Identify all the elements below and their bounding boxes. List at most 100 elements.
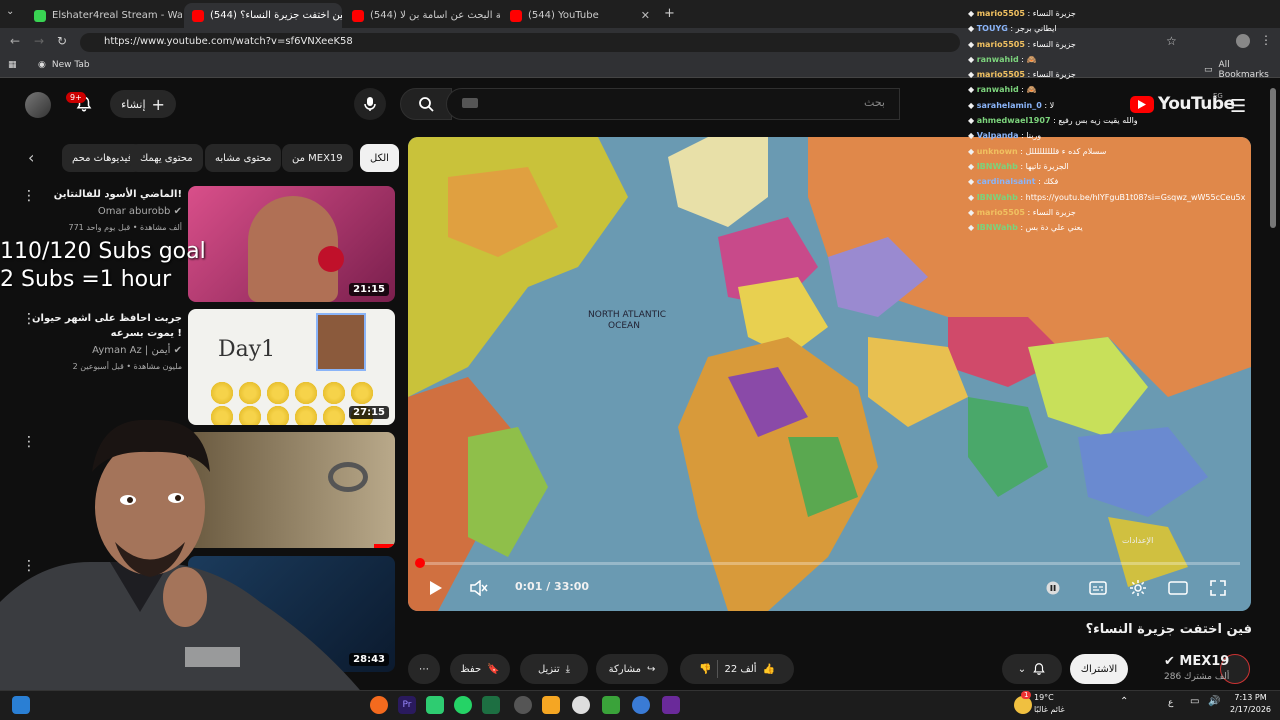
video-progress-bar[interactable]	[418, 562, 1240, 565]
rec-title[interactable]: جربت احافظ على اشهر حيوان يموت بسرعه !	[22, 311, 182, 341]
close-icon[interactable]: ✕	[641, 9, 650, 22]
like-count[interactable]: 22 ألف	[724, 664, 756, 675]
page-scrollbar[interactable]	[1270, 88, 1276, 228]
premiere-icon[interactable]: Pr	[398, 696, 416, 714]
chat-username: mario5505	[976, 9, 1025, 18]
network-icon[interactable]: ▭	[1190, 696, 1199, 707]
captions-button[interactable]	[1086, 577, 1110, 599]
notification-toggle[interactable]: ⌄	[1002, 654, 1062, 684]
fullscreen-button[interactable]	[1206, 577, 1230, 599]
dislike-button[interactable]: 👎	[699, 664, 711, 675]
url-field[interactable]: https://www.youtube.com/watch?v=sf6VNXee…	[80, 33, 960, 52]
app-icon[interactable]	[542, 696, 560, 714]
download-button[interactable]: تنزيل ⤓	[520, 654, 588, 684]
chip-all[interactable]: الكل	[360, 144, 399, 172]
chip-for-you[interactable]: محتوى يهمك	[130, 144, 203, 172]
volume-icon[interactable]: 🔊	[1208, 696, 1220, 707]
back-icon[interactable]: ←	[10, 34, 20, 48]
theater-mode-button[interactable]	[1166, 577, 1190, 599]
weather-widget[interactable]: 19°C غائم غالبًا	[1034, 692, 1065, 716]
chat-message: ◆ ranwahid : 🙈	[968, 54, 1037, 64]
input-language[interactable]: ع	[1168, 698, 1173, 708]
tab-1[interactable]: Elshater4real Stream - Watch Li ✕	[26, 3, 182, 28]
start-menu-icon[interactable]	[12, 696, 30, 714]
progress-scrubber[interactable]	[415, 558, 425, 568]
tab-2-title: فين اختفت جزيرة النساء؟ (544) -	[210, 10, 342, 21]
chat-username: ranwahid	[976, 85, 1019, 95]
rec-thumbnail-2[interactable]: Day1 27:15	[188, 309, 395, 425]
chat-username: ahmedwael1907	[976, 116, 1051, 126]
plus-icon: +	[151, 94, 165, 114]
save-button[interactable]: حفظ 🔖	[450, 654, 510, 684]
voice-search-button[interactable]	[354, 88, 386, 120]
chat-message: ◆ ahmedwael1907 : والله يقيت زيه بس رفيع	[968, 116, 1138, 126]
tab-search-icon[interactable]: ⌄	[6, 6, 14, 17]
create-button[interactable]: إنشاء +	[110, 90, 176, 118]
new-tab-button[interactable]: +	[664, 6, 675, 21]
reload-icon[interactable]: ↻	[57, 34, 67, 48]
share-button[interactable]: مشاركة ↪	[596, 654, 668, 684]
like-icon[interactable]: 👍	[763, 664, 775, 675]
chip-similar[interactable]: محتوى مشابه	[205, 144, 282, 172]
rec-title[interactable]: الماضي الأسود للفالنتاين!	[22, 187, 182, 202]
brave-icon[interactable]	[370, 696, 388, 714]
settings-tooltip: الإعدادات	[1122, 536, 1154, 545]
tab-2[interactable]: فين اختفت جزيرة النساء؟ (544) - ✕	[184, 3, 342, 28]
rec-channel[interactable]: Ayman Az | أيمن ✔	[92, 345, 182, 356]
obs-icon[interactable]	[514, 696, 532, 714]
muted-speaker-icon	[470, 580, 488, 596]
chat-text: : 🙈	[1021, 54, 1037, 64]
tab-4[interactable]: (544) YouTube ✕	[502, 3, 658, 28]
settings-icon[interactable]	[632, 696, 650, 714]
pause-autoplay-toggle[interactable]	[1042, 577, 1064, 599]
chat-message: ◆ TOUYG : ايطاني برجر	[968, 24, 1057, 34]
bookmark-new-tab[interactable]: ◉ New Tab	[38, 60, 90, 70]
rec-channel[interactable]: Omar aburobb ✔	[98, 206, 182, 217]
chat-username: IBNWahb	[976, 161, 1018, 171]
theater-icon	[1168, 581, 1188, 595]
excel-icon[interactable]	[482, 696, 500, 714]
verified-icon: ✔	[173, 206, 182, 217]
more-actions-button[interactable]: ⋯	[408, 654, 440, 684]
person-inset-image	[316, 313, 366, 371]
chat-message: ◆ mario5505 : جزيرة النساء	[968, 70, 1076, 80]
search-button[interactable]	[400, 88, 452, 120]
chat-message: ◆ mario5505 : جزيرة النساء	[968, 9, 1076, 18]
tray-chevron-icon[interactable]: ⌃	[1120, 696, 1128, 707]
tab-3-title: (544) رحلة البحث عن اسامة بن لا	[370, 10, 500, 21]
tab-3[interactable]: (544) رحلة البحث عن اسامة بن لا ✕	[344, 3, 500, 28]
more-horizontal-icon: ⋯	[419, 663, 429, 675]
apps-grid-icon[interactable]: ▦	[8, 60, 17, 70]
minecraft-icon[interactable]	[602, 696, 620, 714]
search-input[interactable]: بحث	[446, 88, 900, 120]
share-label: مشاركة	[608, 663, 641, 675]
keyboard-icon[interactable]	[462, 98, 478, 108]
chat-text: : https://youtu.be/hIYFguB1t08?si=Gsqwz_…	[1020, 192, 1246, 202]
chevron-left-icon[interactable]: ‹	[28, 148, 34, 167]
settings-button[interactable]	[1126, 577, 1150, 599]
chrome-icon[interactable]	[572, 696, 590, 714]
like-dislike-group: 👎 22 ألف 👍	[680, 654, 794, 684]
chip-from-channel[interactable]: من MEX19	[282, 144, 353, 172]
app-icon[interactable]	[426, 696, 444, 714]
subscribe-button[interactable]: الاشتراك	[1070, 654, 1128, 684]
video-title: فين اختفت جزيرة النساء؟	[1085, 622, 1252, 637]
taskbar-clock[interactable]: 7:13 PM 2/17/2026	[1230, 692, 1271, 716]
chat-message: ◆ ranwahid : 🙈	[968, 85, 1037, 95]
youtube-icon	[510, 9, 522, 22]
watched-progress	[374, 544, 395, 548]
play-button[interactable]	[426, 577, 446, 599]
tab-4-title: (544) YouTube	[528, 10, 599, 21]
weather-temp: 19°C	[1034, 693, 1054, 702]
mute-button[interactable]	[468, 577, 490, 599]
subs-goal-overlay: 110/120 Subs goal 2 Subs =1 hour	[0, 238, 206, 294]
youtube-icon	[352, 9, 364, 22]
channel-name[interactable]: ✔ MEX19	[1164, 654, 1229, 669]
whatsapp-icon[interactable]	[454, 696, 472, 714]
rec-thumbnail-1[interactable]: 21:15	[188, 186, 395, 302]
chat-message: ◆ unknown : سسلام كده ء قلللللللللل	[968, 146, 1107, 156]
browser-menu-icon[interactable]: ⋮	[1260, 33, 1272, 47]
forward-icon[interactable]: →	[34, 34, 44, 48]
avatar[interactable]	[25, 92, 51, 118]
app-icon[interactable]	[662, 696, 680, 714]
